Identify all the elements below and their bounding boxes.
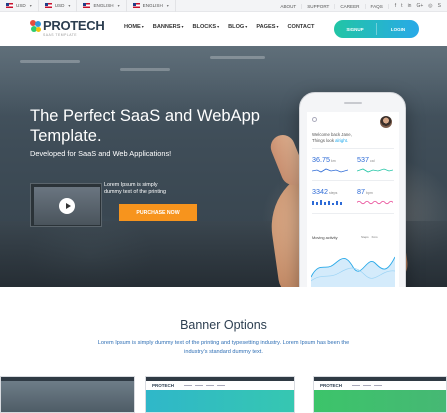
- phone-speaker: [344, 102, 362, 104]
- banner-option-card[interactable]: PROTECH: [145, 376, 295, 413]
- heart-rate-wave: [357, 200, 393, 205]
- logo-subtext: SAAS TEMPLATE: [43, 33, 78, 37]
- moving-activity-label: Moving activity: [312, 235, 338, 240]
- top-link-support[interactable]: SUPPORT: [302, 3, 336, 9]
- menu-icon: [312, 117, 317, 122]
- banner-option-card[interactable]: PROTECH: [313, 376, 447, 413]
- welcome-message: Welcome back Jane, Things look alright.: [312, 132, 352, 144]
- currency-selector-2[interactable]: USD ▾: [39, 0, 78, 12]
- avatar: [380, 116, 392, 128]
- banner-options-text: Lorem Ipsum is simply dummy text of the …: [97, 340, 350, 355]
- nav-item-pages[interactable]: PAGES▾: [256, 24, 278, 30]
- moving-activity-chart: [311, 256, 395, 287]
- currency-selector-value: USD: [16, 3, 26, 8]
- stat-calories: 537cal: [357, 155, 375, 164]
- login-button[interactable]: LOGIN: [377, 20, 419, 38]
- legend-steps: Steps: [361, 235, 369, 239]
- divider: [312, 180, 394, 181]
- chevron-down-icon: ▾: [141, 24, 144, 29]
- video-caption: Lorem Ipsum is simply dummy text of the …: [104, 182, 167, 195]
- google-plus-icon[interactable]: G+: [416, 3, 423, 9]
- chevron-down-icon: ▾: [166, 3, 169, 8]
- banner-card-logo: PROTECH: [152, 383, 175, 388]
- top-link-career[interactable]: CAREER: [335, 3, 366, 9]
- language-selector-value: ENGLISH: [93, 3, 114, 8]
- phone-mockup: Welcome back Jane, Things look alright. …: [299, 92, 406, 287]
- chevron-down-icon: ▾: [29, 3, 32, 8]
- chevron-down-icon: ▾: [245, 24, 248, 29]
- top-utility-bar: USD ▾ USD ▾ ENGLISH ▾ ENGLISH ▾ ABOUT SU…: [0, 0, 447, 12]
- skype-icon[interactable]: S: [438, 3, 441, 9]
- banner-option-card[interactable]: [0, 376, 135, 413]
- stat-heart-rate: 87bpm: [357, 187, 373, 196]
- ceiling-light: [20, 60, 80, 63]
- calories-sparkline: [357, 168, 393, 173]
- welcome-line-2: Things look alright.: [312, 138, 349, 143]
- main-nav: HOME▾ BANNERS▾ BLOCKS▾ BLOG▾ PAGES▾ CONT…: [124, 24, 314, 30]
- language-selector-2[interactable]: ENGLISH ▾: [127, 0, 176, 12]
- chevron-down-icon: ▾: [117, 3, 120, 8]
- divider: [312, 213, 394, 214]
- logo-text: PROTECH: [43, 18, 105, 33]
- chevron-down-icon: ▾: [217, 24, 220, 29]
- play-icon[interactable]: [59, 198, 75, 214]
- stat-steps: 3342steps: [312, 187, 338, 196]
- instagram-icon[interactable]: ◎: [428, 3, 432, 9]
- top-link-faqs[interactable]: FAQS: [366, 3, 389, 9]
- logo[interactable]: PROTECH SAAS TEMPLATE: [30, 18, 105, 37]
- chevron-down-icon: ▾: [276, 24, 279, 29]
- hero-section: The Perfect SaaS and WebApp Template. De…: [0, 46, 447, 287]
- steps-bars: [312, 200, 342, 205]
- top-links: ABOUT SUPPORT CAREER FAQS f t in G+ ◎ S: [275, 0, 441, 12]
- nav-item-banners[interactable]: BANNERS▾: [153, 24, 184, 30]
- social-links: f t in G+ ◎ S: [395, 3, 441, 9]
- ceiling-light: [120, 68, 170, 71]
- legend-kms: Kms: [371, 235, 378, 239]
- auth-buttons: SIGNUP LOGIN: [334, 20, 419, 38]
- logo-mark-icon: [30, 20, 42, 34]
- top-link-about[interactable]: ABOUT: [275, 3, 303, 9]
- currency-selector[interactable]: USD ▾: [0, 0, 39, 12]
- stat-distance: 36.75km: [312, 155, 336, 164]
- main-header: PROTECH SAAS TEMPLATE HOME▾ BANNERS▾ BLO…: [0, 12, 447, 46]
- us-flag-icon: [44, 3, 52, 8]
- banner-card-logo: PROTECH: [320, 383, 343, 388]
- twitter-icon[interactable]: t: [401, 3, 402, 9]
- nav-item-blocks[interactable]: BLOCKS▾: [192, 24, 219, 30]
- hero-title: The Perfect SaaS and WebApp Template.: [30, 107, 260, 145]
- language-selector-value: ENGLISH: [142, 3, 163, 8]
- linkedin-icon[interactable]: in: [408, 3, 412, 9]
- signup-button[interactable]: SIGNUP: [334, 20, 376, 38]
- us-flag-icon: [83, 3, 91, 8]
- purchase-now-button[interactable]: PURCHASE NOW: [119, 204, 197, 221]
- chevron-down-icon: ▾: [68, 3, 71, 8]
- activity-legend: Steps Kms: [361, 235, 378, 239]
- divider: [312, 148, 394, 149]
- language-selector[interactable]: ENGLISH ▾: [77, 0, 127, 12]
- phone-screen: Welcome back Jane, Things look alright. …: [307, 112, 399, 287]
- nav-item-contact[interactable]: CONTACT: [288, 24, 315, 30]
- nav-item-home[interactable]: HOME▾: [124, 24, 144, 30]
- ceiling-light: [210, 56, 265, 59]
- us-flag-icon: [132, 3, 140, 8]
- distance-sparkline: [312, 168, 348, 173]
- currency-selector-value: USD: [54, 3, 65, 8]
- hero-subtitle: Developed for SaaS and Web Applications!: [30, 149, 172, 158]
- nav-item-blog[interactable]: BLOG▾: [228, 24, 247, 30]
- chevron-down-icon: ▾: [181, 24, 184, 29]
- video-thumbnail[interactable]: [30, 183, 102, 227]
- banner-options-title: Banner Options: [180, 318, 267, 332]
- facebook-icon[interactable]: f: [395, 3, 396, 9]
- us-flag-icon: [6, 3, 13, 8]
